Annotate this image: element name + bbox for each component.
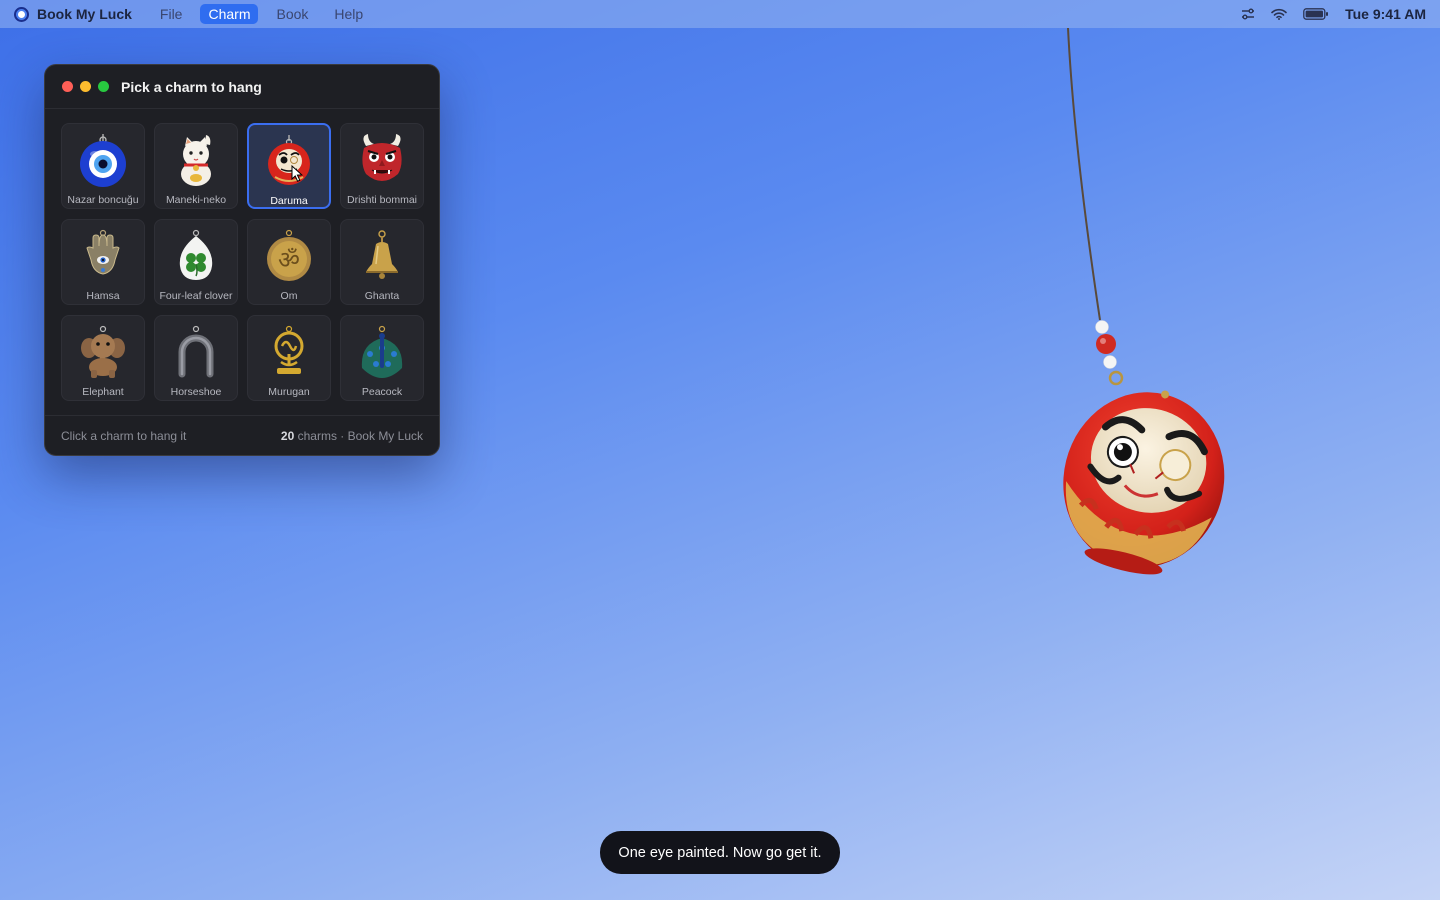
- clover-icon: [166, 226, 226, 286]
- footer-suffix: charms · Book My Luck: [297, 428, 423, 443]
- charm-label: Ghanta: [364, 290, 400, 302]
- charm-tile-peacock[interactable]: Peacock: [340, 315, 424, 401]
- footer-hint: Click a charm to hang it: [61, 428, 187, 443]
- charm-label: Hamsa: [86, 290, 120, 302]
- close-button[interactable]: [62, 81, 73, 92]
- charm-label: Elephant: [82, 386, 124, 398]
- charm-tile-horseshoe[interactable]: Horseshoe: [154, 315, 238, 401]
- bell-icon: [352, 226, 412, 286]
- charm-label: Murugan: [268, 386, 310, 398]
- menu-clock[interactable]: Tue 9:41 AM: [1345, 6, 1426, 22]
- hanging-string: [1067, 28, 1124, 386]
- peacock-icon: [352, 322, 412, 382]
- charm-picker-window: Pick a charm to hang Nazar boncuğu Manek…: [44, 64, 440, 456]
- om-symbol-icon: ॐ: [259, 226, 319, 286]
- charm-tile-daruma[interactable]: Daruma: [247, 123, 331, 209]
- menu-help[interactable]: Help: [326, 4, 371, 24]
- charm-tile-hamsa[interactable]: Hamsa: [61, 219, 145, 305]
- toast-message: One eye painted. Now go get it.: [600, 831, 840, 874]
- app-name-menu[interactable]: Book My Luck: [37, 6, 132, 22]
- app-logo-icon[interactable]: [14, 6, 29, 22]
- charm-label: Four-leaf clover: [159, 290, 233, 302]
- svg-text:ॐ: ॐ: [278, 246, 300, 274]
- murugan-pendant-icon: [259, 322, 319, 382]
- menu-book[interactable]: Book: [268, 4, 316, 24]
- charm-label: Nazar boncuğu: [67, 194, 139, 206]
- horseshoe-icon: [166, 322, 226, 382]
- charm-label: Om: [280, 290, 298, 302]
- elephant-icon: [73, 322, 133, 382]
- charm-label: Peacock: [361, 386, 403, 398]
- charm-tile-ghanta[interactable]: Ghanta: [340, 219, 424, 305]
- window-title: Pick a charm to hang: [121, 78, 262, 95]
- charm-label: Daruma: [270, 195, 308, 207]
- zoom-button[interactable]: [98, 81, 109, 92]
- charm-label: Drishti bommai: [346, 194, 417, 206]
- battery-icon[interactable]: [1303, 8, 1329, 20]
- charm-label: Maneki-neko: [165, 194, 227, 206]
- charm-tile-murugan[interactable]: Murugan: [247, 315, 331, 401]
- evil-eye-icon: [73, 130, 133, 190]
- window-titlebar: Pick a charm to hang: [45, 65, 439, 109]
- hamsa-hand-icon: [73, 226, 133, 286]
- menu-file[interactable]: File: [152, 4, 191, 24]
- charm-tile-nazar[interactable]: Nazar boncuğu: [61, 123, 145, 209]
- window-footer: Click a charm to hang it 20 charms · Boo…: [45, 415, 439, 455]
- charm-grid: Nazar boncuğu Maneki-neko Daruma Drishti…: [61, 123, 424, 401]
- menu-charm[interactable]: Charm: [200, 4, 259, 24]
- charm-tile-maneki-neko[interactable]: Maneki-neko: [154, 123, 238, 209]
- charm-count: 20: [280, 428, 295, 443]
- charm-tile-om[interactable]: ॐ Om: [247, 219, 331, 305]
- lucky-cat-icon: [166, 130, 226, 190]
- charm-tile-drishti-bommai[interactable]: Drishti bommai: [340, 123, 424, 209]
- minimize-button[interactable]: [80, 81, 91, 92]
- wifi-icon[interactable]: [1271, 8, 1287, 20]
- menu-bar: Book My Luck File Charm Book Help Tue 9:…: [0, 0, 1440, 28]
- daruma-hanging-charm[interactable]: [1050, 370, 1240, 580]
- charm-tile-four-leaf-clover[interactable]: Four-leaf clover: [154, 219, 238, 305]
- charm-tile-elephant[interactable]: Elephant: [61, 315, 145, 401]
- demon-mask-icon: [352, 130, 412, 190]
- control-center-icon[interactable]: [1241, 8, 1255, 20]
- footer-count-text: 20 charms · Book My Luck: [281, 429, 423, 443]
- daruma-doll-icon: [259, 131, 319, 191]
- charm-label: Horseshoe: [170, 386, 222, 398]
- status-area: Tue 9:41 AM: [1241, 6, 1426, 22]
